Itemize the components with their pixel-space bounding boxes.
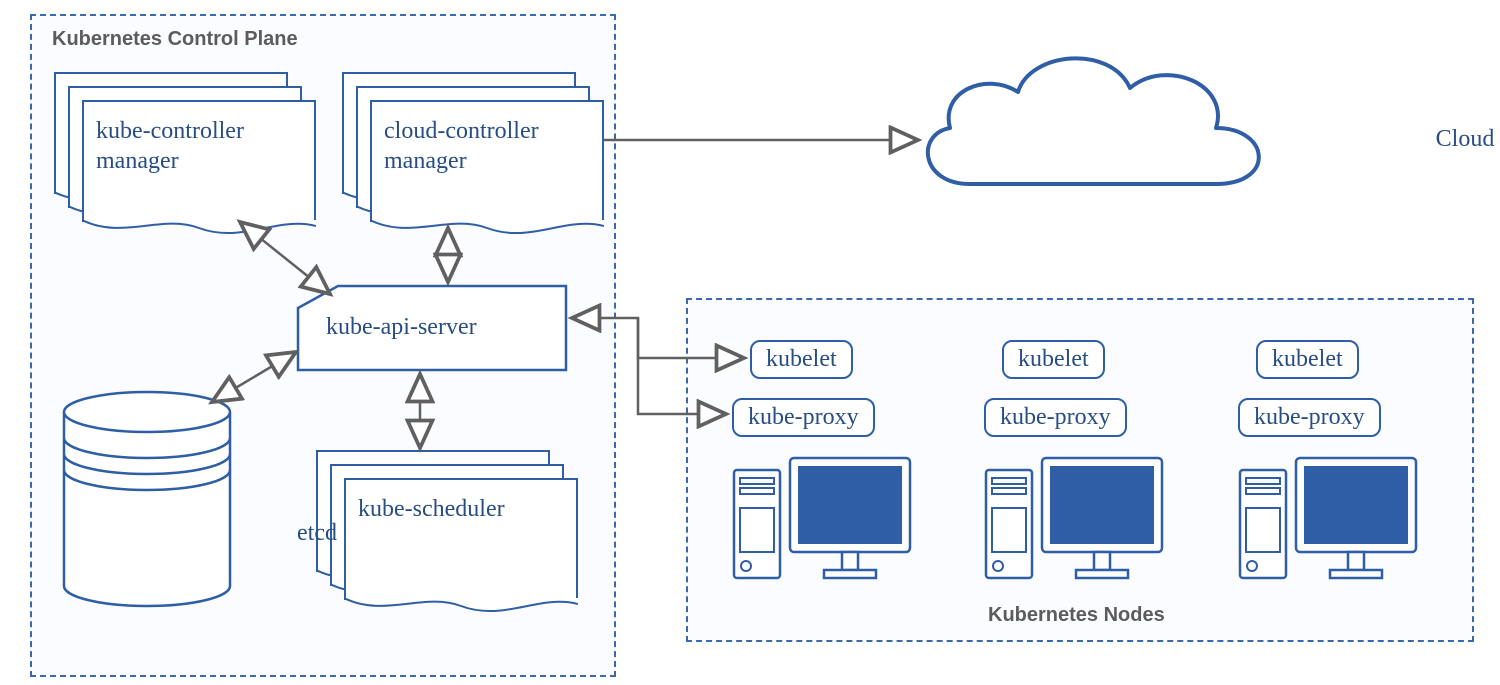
node1-kubelet-pill: kubelet [750,340,853,379]
nodes-panel-title: Kubernetes Nodes [988,604,1165,627]
node2-computer-icon [980,448,1170,593]
node3-computer-icon [1234,448,1424,593]
node1-computer-icon [728,448,918,593]
node2-kubeproxy-pill: kube-proxy [984,398,1127,437]
kube-api-server-label: kube-api-server [326,314,477,341]
kube-controller-manager-box: kube-controller manager [54,72,284,212]
node1-kubeproxy-pill: kube-proxy [732,398,875,437]
cloud-box: Cloud [910,34,1280,204]
node3-kubelet-pill: kubelet [1256,340,1359,379]
control-plane-title: Kubernetes Control Plane [52,28,298,51]
kube-controller-manager-label: kube-controller manager [96,116,244,176]
cloud-controller-manager-box: cloud-controller manager [342,72,572,212]
etcd-cylinder: etcd [62,390,232,600]
node3-kubeproxy-pill: kube-proxy [1238,398,1381,437]
node2-kubelet-pill: kubelet [1002,340,1105,379]
cloud-controller-manager-label: cloud-controller manager [384,116,539,176]
kube-api-server-box: kube-api-server [296,284,568,377]
cloud-label: Cloud [1280,126,1500,153]
etcd-label: etcd [232,520,402,547]
